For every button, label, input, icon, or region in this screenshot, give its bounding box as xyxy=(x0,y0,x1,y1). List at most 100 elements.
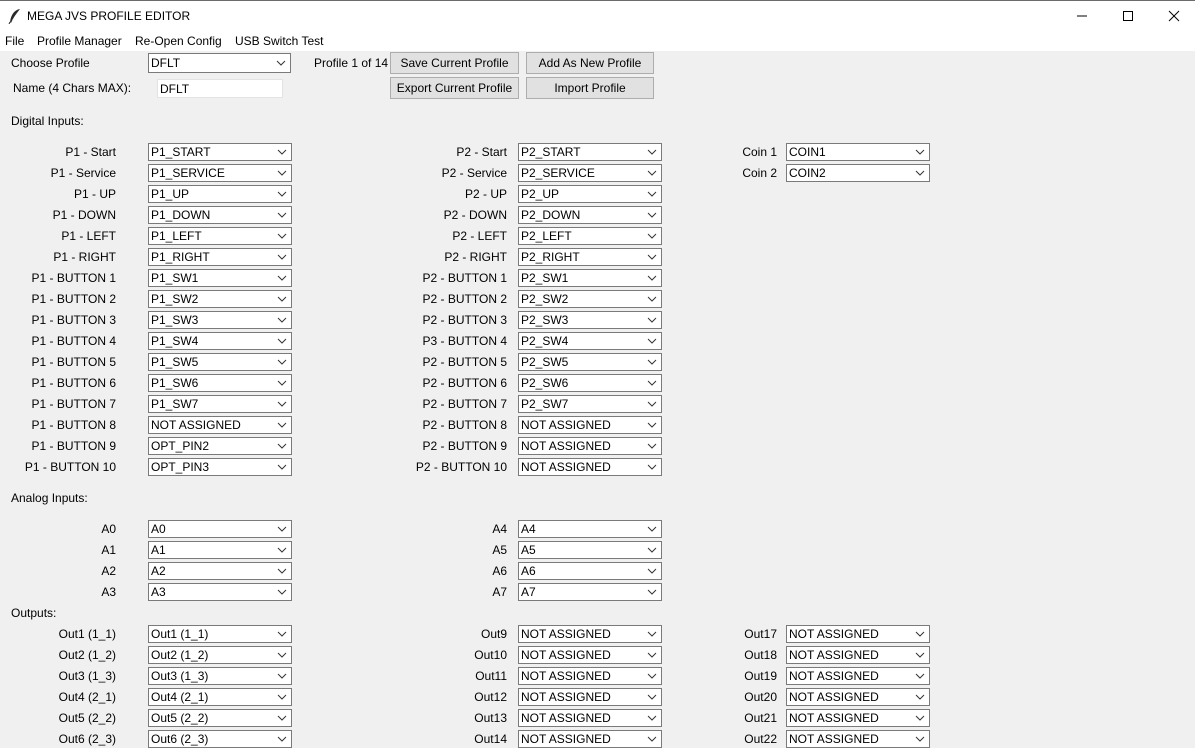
minimize-icon xyxy=(1077,15,1087,17)
output-select[interactable]: NOT ASSIGNED xyxy=(518,688,662,706)
output-select-value: NOT ASSIGNED xyxy=(789,690,879,704)
menu-profile-manager[interactable]: Profile Manager xyxy=(37,34,122,48)
p1-input-select-value: P1_SW5 xyxy=(151,355,199,369)
analog-input-select[interactable]: A1 xyxy=(148,541,292,559)
output-select-value: Out3 (1_3) xyxy=(151,669,209,683)
output-select-value: Out5 (2_2) xyxy=(151,711,209,725)
chevron-down-icon xyxy=(277,736,287,742)
analog-input-select[interactable]: A2 xyxy=(148,562,292,580)
output-select[interactable]: NOT ASSIGNED xyxy=(518,667,662,685)
output-select-value: NOT ASSIGNED xyxy=(521,627,611,641)
menu-file[interactable]: File xyxy=(5,34,24,48)
p1-input-select[interactable]: P1_SW5 xyxy=(148,353,292,371)
output-select[interactable]: NOT ASSIGNED xyxy=(786,688,930,706)
menu-reopen-config[interactable]: Re-Open Config xyxy=(135,34,222,48)
output-select[interactable]: NOT ASSIGNED xyxy=(786,646,930,664)
output-select[interactable]: NOT ASSIGNED xyxy=(518,709,662,727)
analog-input-label: A7 xyxy=(492,585,507,599)
minimize-button[interactable] xyxy=(1059,1,1105,31)
p1-input-select[interactable]: OPT_PIN3 xyxy=(148,458,292,476)
chevron-down-icon xyxy=(277,652,287,658)
analog-input-select[interactable]: A3 xyxy=(148,583,292,601)
analog-input-select-value: A6 xyxy=(521,564,536,578)
p2-input-select[interactable]: P2_RIGHT xyxy=(518,248,662,266)
p1-input-label: P1 - BUTTON 10 xyxy=(24,460,116,474)
output-select[interactable]: Out2 (1_2) xyxy=(148,646,292,664)
p2-input-select[interactable]: P2_SW5 xyxy=(518,353,662,371)
p2-input-select[interactable]: P2_UP xyxy=(518,185,662,203)
output-select[interactable]: Out1 (1_1) xyxy=(148,625,292,643)
output-select[interactable]: NOT ASSIGNED xyxy=(518,646,662,664)
p1-input-select[interactable]: P1_START xyxy=(148,143,292,161)
menu-bar: File Profile Manager Re-Open Config USB … xyxy=(0,31,1195,51)
p1-input-select-value: P1_LEFT xyxy=(151,229,202,243)
p2-input-select[interactable]: NOT ASSIGNED xyxy=(518,458,662,476)
coin-input-select[interactable]: COIN1 xyxy=(786,143,930,161)
p2-input-select[interactable]: P2_SW7 xyxy=(518,395,662,413)
p2-input-select[interactable]: P2_SW3 xyxy=(518,311,662,329)
chevron-down-icon xyxy=(647,380,657,386)
output-select[interactable]: Out4 (2_1) xyxy=(148,688,292,706)
p1-input-select[interactable]: P1_DOWN xyxy=(148,206,292,224)
profile-select-value: DFLT xyxy=(151,56,181,70)
output-select[interactable]: NOT ASSIGNED xyxy=(518,625,662,643)
p2-input-select[interactable]: P2_SW1 xyxy=(518,269,662,287)
analog-input-select[interactable]: A0 xyxy=(148,520,292,538)
p2-input-select[interactable]: P2_LEFT xyxy=(518,227,662,245)
output-select[interactable]: NOT ASSIGNED xyxy=(786,730,930,748)
close-button[interactable] xyxy=(1151,1,1195,31)
save-profile-button[interactable]: Save Current Profile xyxy=(390,52,519,74)
p1-input-select[interactable]: NOT ASSIGNED xyxy=(148,416,292,434)
output-select[interactable]: NOT ASSIGNED xyxy=(786,667,930,685)
analog-input-select[interactable]: A4 xyxy=(518,520,662,538)
output-select[interactable]: Out5 (2_2) xyxy=(148,709,292,727)
p2-input-select[interactable]: NOT ASSIGNED xyxy=(518,416,662,434)
output-select[interactable]: Out6 (2_3) xyxy=(148,730,292,748)
p2-input-select[interactable]: P2_SW4 xyxy=(518,332,662,350)
profile-name-input[interactable]: DFLT xyxy=(157,79,283,98)
p1-input-select[interactable]: P1_LEFT xyxy=(148,227,292,245)
p1-input-select[interactable]: P1_RIGHT xyxy=(148,248,292,266)
p1-input-select[interactable]: P1_SW1 xyxy=(148,269,292,287)
output-select[interactable]: Out3 (1_3) xyxy=(148,667,292,685)
menu-usb-switch-test[interactable]: USB Switch Test xyxy=(235,34,323,48)
p2-input-select[interactable]: P2_DOWN xyxy=(518,206,662,224)
add-new-profile-button[interactable]: Add As New Profile xyxy=(526,52,654,74)
p1-input-select[interactable]: P1_SW7 xyxy=(148,395,292,413)
chevron-down-icon xyxy=(647,296,657,302)
p1-input-select-value: P1_SW3 xyxy=(151,313,199,327)
analog-input-select[interactable]: A7 xyxy=(518,583,662,601)
output-select[interactable]: NOT ASSIGNED xyxy=(786,709,930,727)
import-profile-button[interactable]: Import Profile xyxy=(526,77,654,99)
p2-input-select-value: NOT ASSIGNED xyxy=(521,439,611,453)
p2-input-select[interactable]: NOT ASSIGNED xyxy=(518,437,662,455)
p1-input-select[interactable]: OPT_PIN2 xyxy=(148,437,292,455)
p1-input-select[interactable]: P1_SW3 xyxy=(148,311,292,329)
chevron-down-icon xyxy=(915,715,925,721)
chevron-down-icon xyxy=(647,736,657,742)
p1-input-label: P1 - BUTTON 8 xyxy=(31,418,116,432)
p1-input-select[interactable]: P1_SERVICE xyxy=(148,164,292,182)
output-select[interactable]: NOT ASSIGNED xyxy=(786,625,930,643)
p1-input-select[interactable]: P1_SW6 xyxy=(148,374,292,392)
p1-input-select[interactable]: P1_SW2 xyxy=(148,290,292,308)
chevron-down-icon xyxy=(277,422,287,428)
p2-input-select[interactable]: P2_SERVICE xyxy=(518,164,662,182)
maximize-button[interactable] xyxy=(1105,1,1151,31)
p2-input-select[interactable]: P2_START xyxy=(518,143,662,161)
p2-input-label: P2 - RIGHT xyxy=(444,250,507,264)
output-label: Out14 xyxy=(474,732,507,746)
coin-input-select[interactable]: COIN2 xyxy=(786,164,930,182)
p1-input-select[interactable]: P1_UP xyxy=(148,185,292,203)
chevron-down-icon xyxy=(647,715,657,721)
export-profile-button[interactable]: Export Current Profile xyxy=(390,77,519,99)
output-select[interactable]: NOT ASSIGNED xyxy=(518,730,662,748)
p2-input-select[interactable]: P2_SW6 xyxy=(518,374,662,392)
p2-input-select-value: P2_SW2 xyxy=(521,292,569,306)
p1-input-select[interactable]: P1_SW4 xyxy=(148,332,292,350)
p1-input-label: P1 - BUTTON 4 xyxy=(31,334,116,348)
analog-input-select[interactable]: A5 xyxy=(518,541,662,559)
analog-input-select[interactable]: A6 xyxy=(518,562,662,580)
p2-input-select[interactable]: P2_SW2 xyxy=(518,290,662,308)
profile-select[interactable]: DFLT xyxy=(148,53,291,73)
